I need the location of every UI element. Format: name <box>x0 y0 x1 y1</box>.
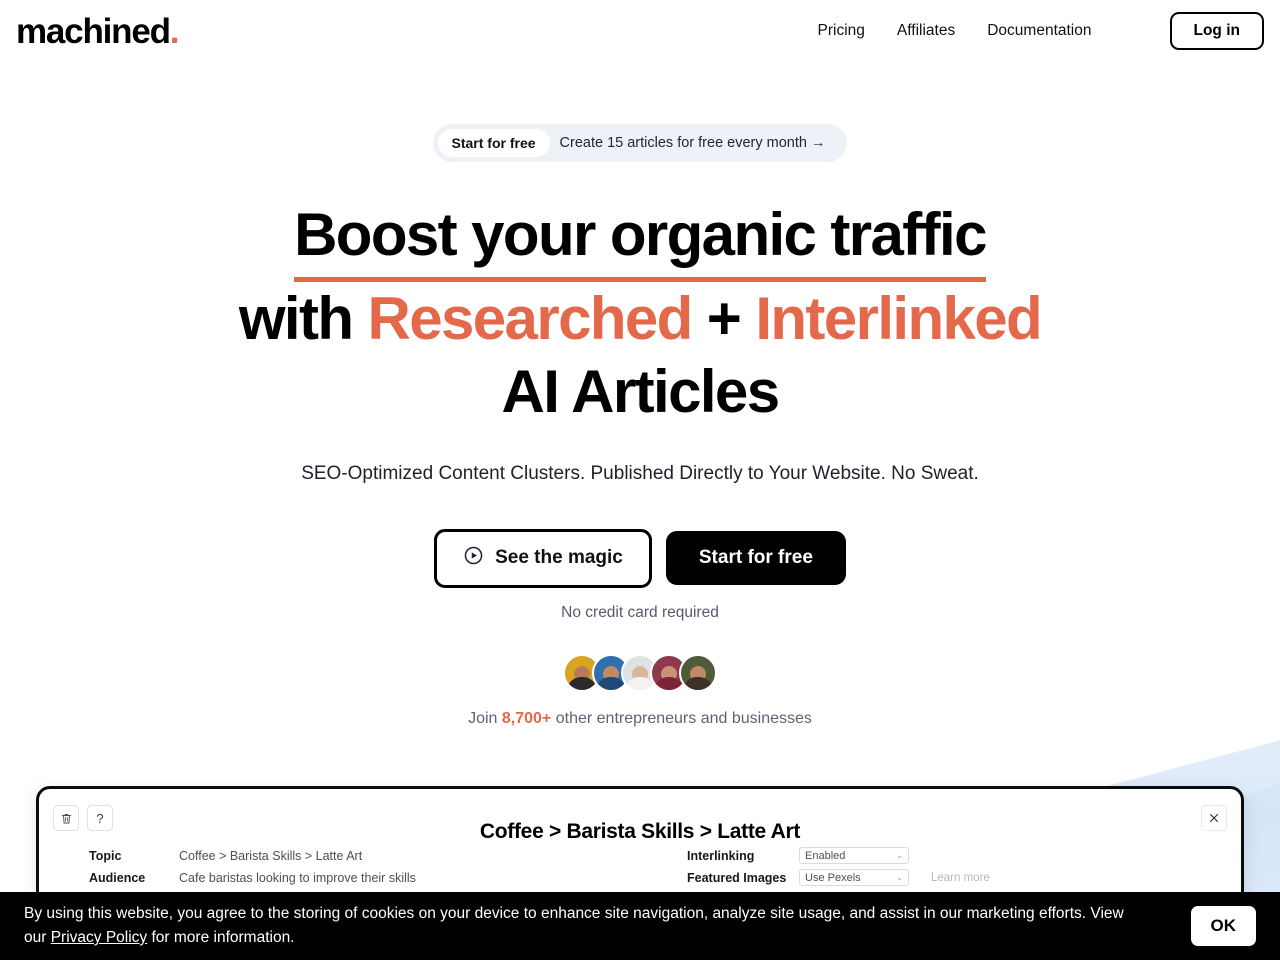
privacy-policy-link[interactable]: Privacy Policy <box>51 929 147 946</box>
cta-row: See the magic Start for free <box>0 528 1280 588</box>
panel-toolbar: ? <box>53 805 113 831</box>
promo-text: Create 15 articles for free every month … <box>559 135 826 151</box>
nav-link-affiliates[interactable]: Affiliates <box>897 22 955 40</box>
promo-badge: Start for free <box>437 129 550 157</box>
start-for-free-button[interactable]: Start for free <box>665 531 846 586</box>
primary-nav: Pricing Affiliates Documentation <box>818 22 1092 40</box>
field-label-interlinking: Interlinking <box>687 849 755 863</box>
avatar-group <box>0 653 1280 692</box>
interlinking-value: Enabled <box>805 849 846 862</box>
panel-body: Topic Coffee > Barista Skills > Latte Ar… <box>39 847 1241 888</box>
cookie-ok-button[interactable]: OK <box>1190 906 1256 946</box>
panel-fields-left: Topic Coffee > Barista Skills > Latte Ar… <box>89 847 649 888</box>
headline-line-3: AI Articles <box>501 358 781 426</box>
hero-section: Start for free Create 15 articles for fr… <box>0 62 1280 728</box>
chevron-down-icon: ⌄ <box>896 873 903 882</box>
panel-title: Coffee > Barista Skills > Latte Art <box>479 820 801 843</box>
logo-dot: . <box>169 11 180 51</box>
headline-plus: + <box>691 285 756 353</box>
see-the-magic-button[interactable]: See the magic <box>434 528 652 588</box>
page-root: machined. Pricing Affiliates Documentati… <box>0 0 1280 960</box>
cookie-banner: By using this website, you agree to the … <box>0 892 1280 960</box>
nav-link-pricing[interactable]: Pricing <box>818 22 865 40</box>
promo-banner[interactable]: Start for free Create 15 articles for fr… <box>432 124 848 162</box>
field-label-featured-images: Featured Images <box>687 871 787 885</box>
headline-accent-researched: Researched <box>367 285 694 353</box>
logo[interactable]: machined. <box>16 11 180 51</box>
panel-header: ? Coffee > Barista Skills > Latte Art <box>39 789 1241 847</box>
site-header: machined. Pricing Affiliates Documentati… <box>0 0 1280 62</box>
panel-fields-right: Interlinking Enabled ⌄ Featured Images U… <box>687 847 990 888</box>
logo-text: machined <box>16 11 171 51</box>
cookie-text: By using this website, you agree to the … <box>24 902 1134 950</box>
field-value-audience: Cafe baristas looking to improve their s… <box>179 871 416 885</box>
cookie-text-after: for more information. <box>147 929 295 946</box>
nav-link-documentation[interactable]: Documentation <box>987 22 1091 40</box>
featured-images-value: Use Pexels <box>805 871 861 884</box>
field-label-audience: Audience <box>89 871 146 885</box>
field-value-topic: Coffee > Barista Skills > Latte Art <box>179 849 363 863</box>
social-proof-line: Join 8,700+ other entrepreneurs and busi… <box>0 710 1280 728</box>
join-count: 8,700+ <box>501 709 552 727</box>
play-circle-icon <box>463 545 484 572</box>
field-label-topic: Topic <box>89 849 122 863</box>
headline-line-1: Boost your organic traffic <box>294 198 988 283</box>
learn-more-link[interactable]: Learn more <box>909 869 990 888</box>
see-the-magic-label: See the magic <box>495 547 623 569</box>
avatar <box>679 653 717 692</box>
close-icon[interactable] <box>1201 805 1227 831</box>
help-icon[interactable]: ? <box>87 805 113 831</box>
no-credit-card-note: No credit card required <box>561 603 719 621</box>
trash-icon[interactable] <box>53 805 79 831</box>
hero-subheading: SEO-Optimized Content Clusters. Publishe… <box>301 462 979 484</box>
login-button[interactable]: Log in <box>1169 11 1264 51</box>
headline-accent-interlinked: Interlinked <box>755 285 1042 353</box>
featured-images-select[interactable]: Use Pexels ⌄ <box>799 869 909 886</box>
interlinking-extra <box>909 847 990 866</box>
join-prefix: Join <box>468 709 502 727</box>
page-title: Boost your organic traffic with Research… <box>0 198 1280 429</box>
chevron-down-icon: ⌄ <box>896 851 903 860</box>
join-suffix: other entrepreneurs and businesses <box>551 709 812 727</box>
arrow-right-icon: → <box>810 135 826 151</box>
headline-line-2-prefix: with <box>238 285 368 353</box>
interlinking-select[interactable]: Enabled ⌄ <box>799 847 909 864</box>
